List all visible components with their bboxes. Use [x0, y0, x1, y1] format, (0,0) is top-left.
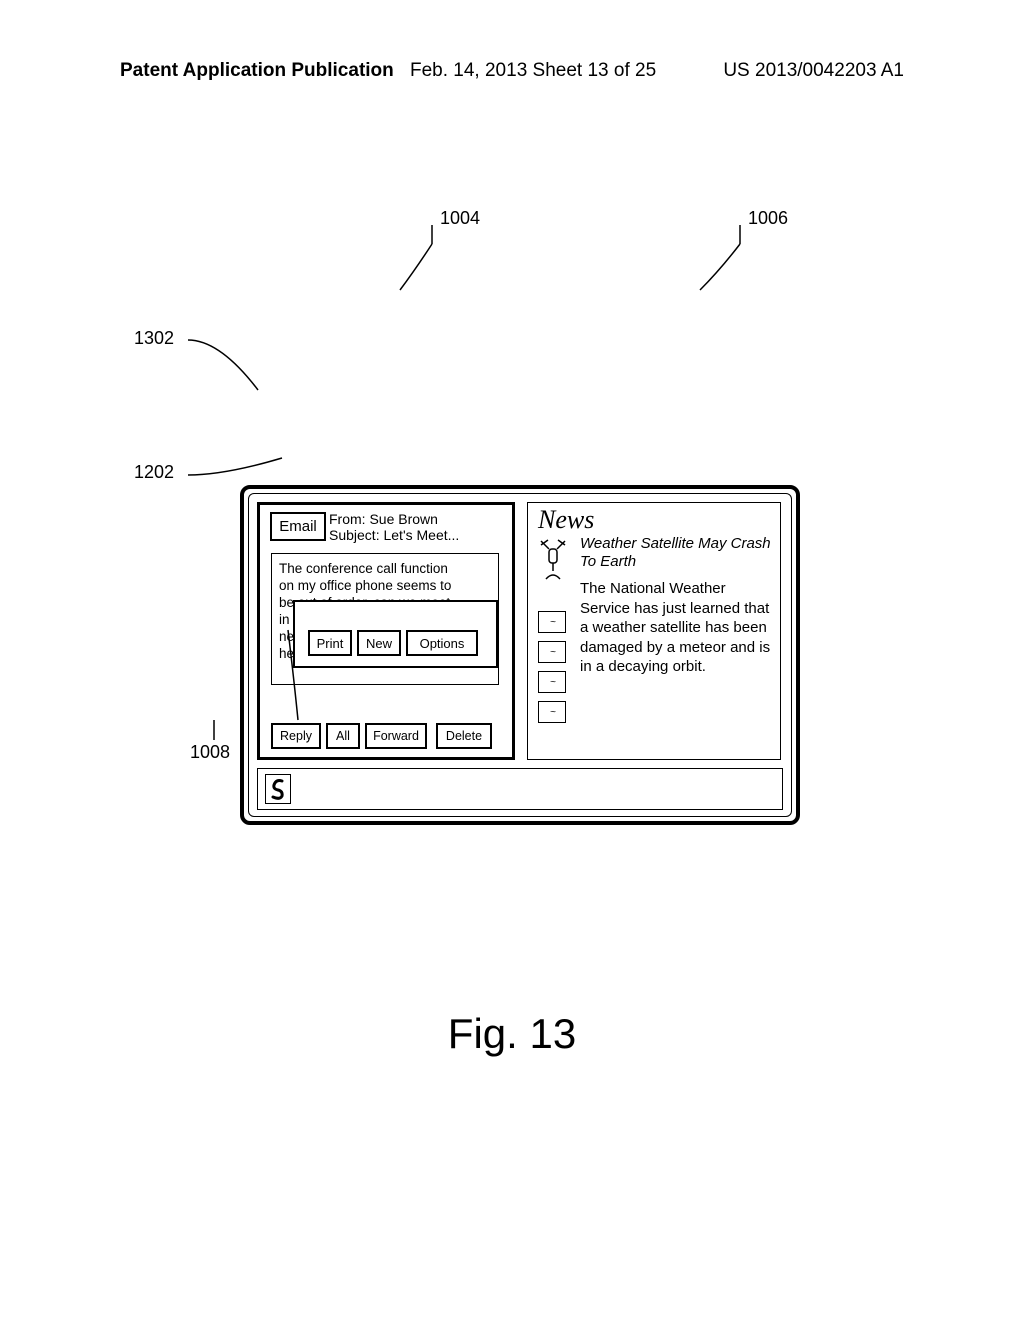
- s-glyph-icon: [270, 777, 286, 801]
- btn-label: All: [336, 729, 350, 743]
- btn-label: Delete: [446, 729, 482, 743]
- email-pane[interactable]: Email From: Sue Brown Subject: Let's Mee…: [257, 502, 515, 760]
- btn-label: Forward: [373, 729, 419, 743]
- ref-1202: 1202: [134, 462, 174, 483]
- ref-1008: 1008: [190, 742, 230, 763]
- start-button[interactable]: [265, 774, 291, 804]
- email-body-line: The conference call function: [279, 560, 491, 577]
- figure-label: Fig. 13: [0, 1010, 1024, 1058]
- reply-all-button[interactable]: All: [326, 723, 360, 749]
- ref-1302: 1302: [134, 328, 174, 349]
- figure-area: 1004 1006 1302 1202 1008 Email From: Sue…: [0, 200, 1024, 800]
- news-thumb[interactable]: [538, 611, 566, 633]
- device-frame: Email From: Sue Brown Subject: Let's Mee…: [240, 485, 800, 825]
- popup-options-button[interactable]: Options: [406, 630, 478, 656]
- news-title: News: [538, 505, 594, 535]
- ref-1004: 1004: [440, 208, 480, 229]
- news-thumb[interactable]: [538, 701, 566, 723]
- taskbar[interactable]: [257, 768, 783, 810]
- btn-label: Reply: [280, 729, 312, 743]
- header-left: Patent Application Publication: [120, 60, 394, 82]
- email-subject-line: Subject: Let's Meet...: [329, 527, 459, 543]
- forward-button[interactable]: Forward: [365, 723, 427, 749]
- news-thumb[interactable]: [538, 671, 566, 693]
- email-app-chip[interactable]: Email: [270, 512, 326, 541]
- email-popup: Print New Options: [293, 600, 498, 668]
- ref-1006: 1006: [748, 208, 788, 229]
- email-from-line: From: Sue Brown: [329, 511, 438, 527]
- news-thumb[interactable]: [538, 641, 566, 663]
- btn-label: Options: [420, 636, 465, 651]
- news-pane[interactable]: News Weather Satellite May Crash To Eart…: [527, 502, 781, 760]
- device-screen: Email From: Sue Brown Subject: Let's Mee…: [248, 493, 792, 817]
- satellite-icon: [536, 535, 570, 585]
- delete-button[interactable]: Delete: [436, 723, 492, 749]
- btn-label: Print: [317, 636, 344, 651]
- email-chip-label: Email: [279, 518, 317, 535]
- news-headline: Weather Satellite May Crash To Earth: [580, 535, 772, 571]
- popup-print-button[interactable]: Print: [308, 630, 352, 656]
- header-right: US 2013/0042203 A1: [723, 60, 904, 82]
- email-body-line: on my office phone seems to: [279, 577, 491, 594]
- popup-new-button[interactable]: New: [357, 630, 401, 656]
- reply-button[interactable]: Reply: [271, 723, 321, 749]
- header-center: Feb. 14, 2013 Sheet 13 of 25: [410, 60, 656, 82]
- btn-label: New: [366, 636, 392, 651]
- news-body: The National Weather Service has just le…: [580, 579, 772, 677]
